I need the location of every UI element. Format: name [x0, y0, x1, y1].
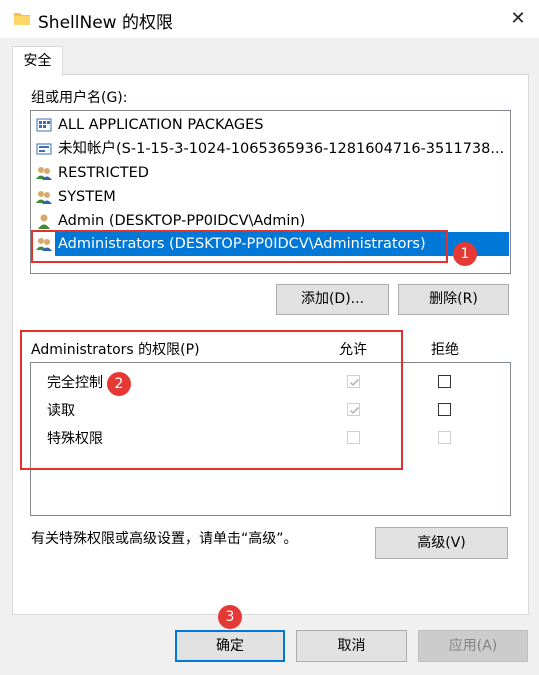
groups-label: 组或用户名(G):	[31, 90, 128, 106]
advanced-hint: 有关特殊权限或高级设置，请单击“高级”。	[31, 531, 298, 547]
group-icon	[36, 165, 52, 181]
deny-special-checkbox[interactable]	[438, 431, 451, 444]
window-title: ShellNew 的权限	[38, 13, 173, 33]
list-item-label: Admin (DESKTOP-PP0IDCV\Admin)	[58, 213, 306, 229]
list-item-label: 未知帐户(S-1-15-3-1024-1065365936-1281604716…	[58, 141, 505, 157]
ok-button[interactable]: 确定	[175, 630, 285, 662]
list-item-label: ALL APPLICATION PACKAGES	[58, 117, 264, 133]
apply-button[interactable]: 应用(A)	[418, 630, 528, 662]
deny-column-header: 拒绝	[431, 342, 459, 358]
close-button[interactable]: ✕	[500, 2, 536, 36]
list-item-label: SYSTEM	[58, 189, 116, 205]
annotation-box-2	[20, 330, 403, 470]
add-button[interactable]: 添加(D)...	[276, 284, 389, 315]
group-icon	[36, 189, 52, 205]
remove-button[interactable]: 删除(R)	[398, 284, 509, 315]
annotation-badge-2: 2	[107, 372, 131, 396]
list-item-label: RESTRICTED	[58, 165, 149, 181]
annotation-badge-3: 3	[218, 605, 242, 629]
user-icon	[36, 213, 52, 229]
annotation-badge-1: 1	[453, 242, 477, 266]
unknown-account-icon	[36, 141, 52, 157]
deny-full-control-checkbox[interactable]	[438, 375, 451, 388]
advanced-button[interactable]: 高级(V)	[375, 527, 508, 559]
packages-icon	[36, 117, 52, 133]
tab-security[interactable]: 安全	[12, 46, 63, 76]
annotation-box-1	[31, 230, 448, 263]
deny-read-checkbox[interactable]	[438, 403, 451, 416]
cancel-button[interactable]: 取消	[296, 630, 407, 662]
folder-icon	[14, 11, 30, 25]
